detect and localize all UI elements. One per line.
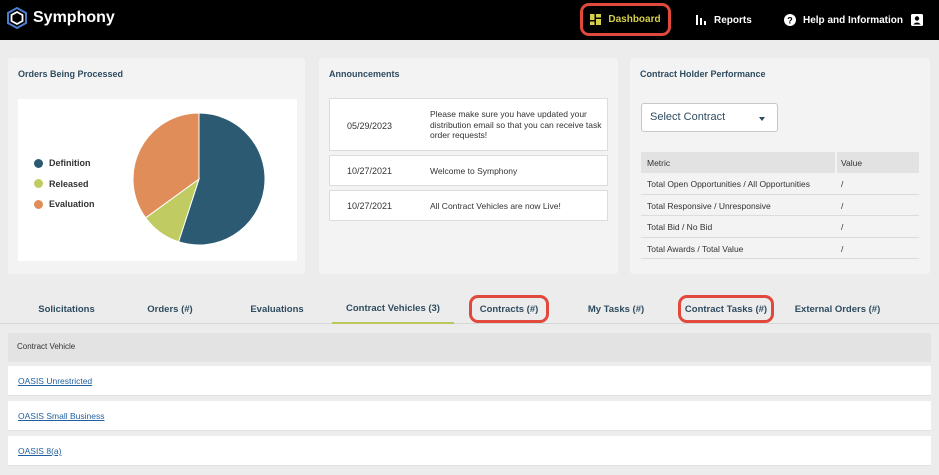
legend-label: Released — [49, 178, 89, 189]
metric-table: Metric Value Total Open Opportunities / … — [641, 152, 919, 259]
contract-vehicle-link[interactable]: OASIS 8(a) — [18, 446, 61, 456]
column-header-value: Value — [841, 158, 863, 168]
announcement-item: 10/27/2021 All Contract Vehicles are now… — [329, 190, 608, 221]
column-header-contract-vehicle: Contract Vehicle — [17, 342, 76, 351]
tab-orders[interactable]: Orders (#) — [125, 294, 215, 324]
announcement-item: 10/27/2021 Welcome to Symphony — [329, 155, 608, 186]
app-name: Symphony — [33, 9, 115, 26]
table-row: OASIS 8(a) — [8, 436, 931, 466]
orders-panel-title: Orders Being Processed — [18, 69, 124, 79]
legend-item-definition: Definition — [34, 153, 95, 174]
tab-bar: Solicitations Orders (#) Evaluations Con… — [0, 294, 939, 324]
tab-my-tasks[interactable]: My Tasks (#) — [572, 294, 660, 324]
announcements-title: Announcements — [329, 69, 400, 79]
announcement-text: Welcome to Symphony — [430, 166, 518, 176]
legend-label: Evaluation — [49, 199, 95, 210]
legend-label: Definition — [49, 158, 91, 169]
tab-contracts[interactable]: Contracts (#) — [469, 294, 549, 324]
nav-dashboard[interactable]: Dashboard — [580, 3, 671, 36]
nav-reports[interactable]: Reports — [696, 0, 752, 40]
column-divider — [835, 152, 837, 173]
metric-value: / — [841, 200, 844, 211]
help-icon: ? — [784, 14, 796, 26]
orders-chart: Definition Released Evaluation — [18, 99, 297, 261]
tab-contract-tasks[interactable]: Contract Tasks (#) — [678, 294, 774, 324]
announcement-date: 05/29/2023 — [347, 121, 393, 131]
metric-name: Total Bid / No Bid — [647, 222, 713, 232]
dashboard-icon — [590, 14, 602, 25]
app-logo[interactable]: Symphony — [7, 7, 115, 29]
contract-select[interactable]: Select Contract — [641, 103, 778, 132]
svg-text:?: ? — [787, 16, 793, 26]
pie-chart — [132, 112, 266, 246]
legend-swatch — [34, 179, 43, 189]
nav-dashboard-label: Dashboard — [608, 14, 661, 25]
contract-vehicle-link[interactable]: OASIS Unrestricted — [18, 376, 92, 386]
metric-name: Total Awards / Total Value — [647, 243, 744, 254]
nav-reports-label: Reports — [714, 14, 752, 26]
metric-name: Total Open Opportunities / All Opportuni… — [647, 179, 811, 189]
contract-select-value: Select Contract — [650, 111, 726, 123]
tab-contract-vehicles[interactable]: Contract Vehicles (3) — [332, 294, 454, 324]
table-row: Total Awards / Total Value / — [641, 238, 919, 259]
column-header-metric: Metric — [647, 158, 671, 168]
metric-value: / — [841, 243, 844, 254]
announcements-panel: Announcements 05/29/2023 Please make sur… — [319, 58, 618, 274]
chevron-down-icon — [759, 117, 765, 121]
top-navbar: Symphony Dashboard Reports ? Help and In… — [0, 0, 939, 40]
performance-panel: Contract Holder Performance Select Contr… — [630, 58, 930, 274]
table-row: Total Open Opportunities / All Opportuni… — [641, 173, 919, 195]
metric-table-header: Metric Value — [641, 152, 919, 173]
tab-external-orders[interactable]: External Orders (#) — [786, 294, 889, 324]
announcement-item: 05/29/2023 Please make sure you have upd… — [329, 98, 608, 151]
legend-item-released: Released — [34, 174, 95, 195]
legend-swatch — [34, 158, 43, 168]
hexagon-logo-icon — [7, 7, 27, 29]
announcement-text: Please make sure you have updated your d… — [430, 109, 602, 140]
bar-chart-icon — [696, 15, 706, 25]
announcement-date: 10/27/2021 — [347, 201, 393, 211]
table-row: Total Bid / No Bid / — [641, 216, 919, 238]
metric-value: / — [841, 222, 844, 232]
announcement-text: All Contract Vehicles are now Live! — [430, 201, 561, 211]
legend-swatch — [34, 199, 43, 209]
nav-help-label: Help and Information — [803, 14, 903, 26]
announcement-date: 10/27/2021 — [347, 166, 393, 176]
tab-evaluations[interactable]: Evaluations — [223, 294, 331, 324]
legend-item-evaluation: Evaluation — [34, 194, 95, 215]
performance-title: Contract Holder Performance — [640, 69, 766, 79]
user-account-button[interactable] — [911, 0, 930, 40]
user-icon — [911, 14, 923, 26]
tab-solicitations[interactable]: Solicitations — [8, 294, 125, 324]
orders-panel: Orders Being Processed Definition Releas… — [8, 58, 305, 274]
table-row: OASIS Small Business — [8, 401, 931, 431]
metric-value: / — [841, 179, 844, 189]
contract-vehicle-header: Contract Vehicle — [8, 333, 931, 362]
nav-help[interactable]: ? Help and Information — [784, 0, 903, 40]
chart-legend: Definition Released Evaluation — [34, 153, 95, 215]
table-row: Total Responsive / Unresponsive / — [641, 195, 919, 216]
table-row: OASIS Unrestricted — [8, 366, 931, 396]
metric-name: Total Responsive / Unresponsive — [647, 200, 771, 211]
contract-vehicle-link[interactable]: OASIS Small Business — [18, 411, 104, 421]
